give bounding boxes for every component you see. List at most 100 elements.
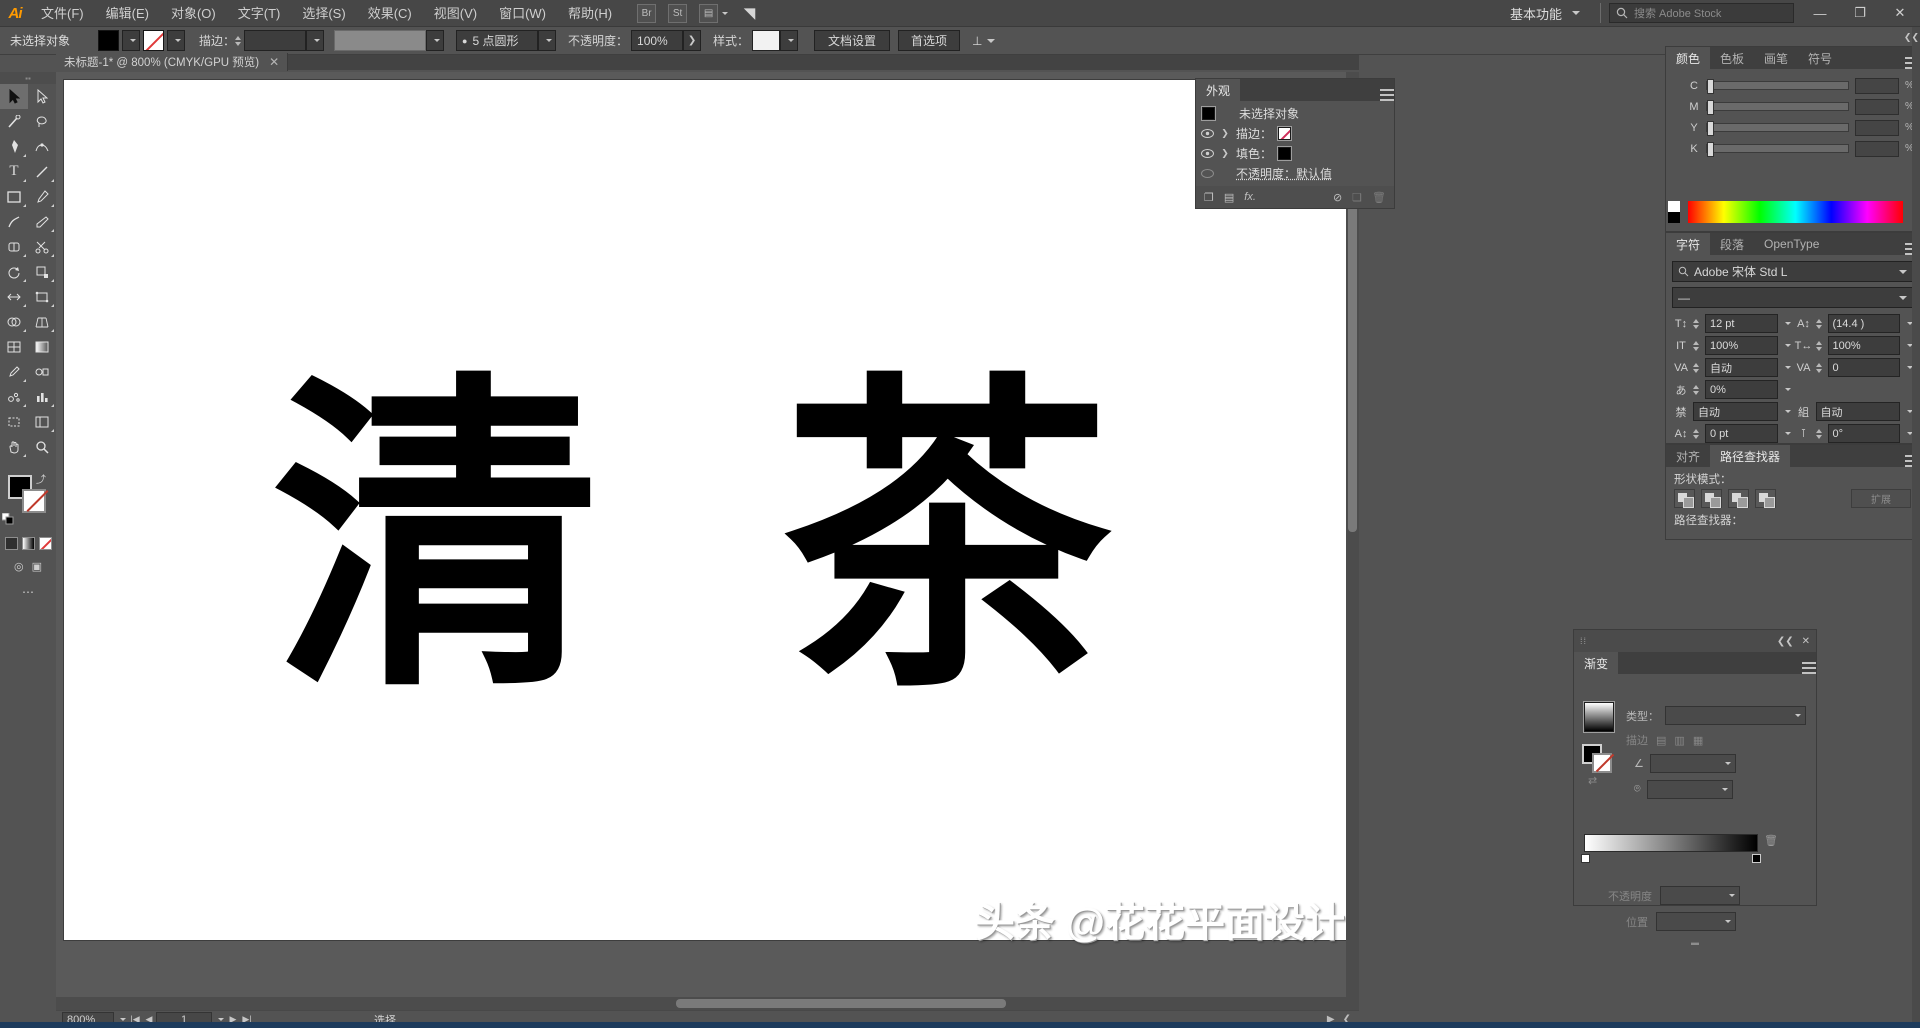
tab-character[interactable]: 字符 xyxy=(1666,233,1711,255)
shape-builder-tool[interactable] xyxy=(0,309,28,334)
none-color-swatch[interactable] xyxy=(1668,201,1680,212)
close-button[interactable]: ✕ xyxy=(1880,0,1920,27)
menu-view[interactable]: 视图(V) xyxy=(423,0,488,27)
chevron-right-icon[interactable]: ❯ xyxy=(1220,128,1230,139)
gradient-panel-header[interactable]: ⁞⁞ ❮❮ ✕ xyxy=(1574,630,1816,652)
menu-type[interactable]: 文字(T) xyxy=(227,0,292,27)
tsume-stepper[interactable] xyxy=(1693,384,1699,395)
gradient-type-select[interactable] xyxy=(1665,706,1806,725)
scrollbar-thumb[interactable] xyxy=(676,999,1006,1008)
stroke-weight-stepper[interactable] xyxy=(235,35,242,46)
minimize-button[interactable]: — xyxy=(1800,0,1840,27)
tab-color[interactable]: 颜色 xyxy=(1666,47,1711,69)
artboard-tool[interactable] xyxy=(0,409,28,434)
reverse-gradient-icon[interactable]: ⇄ xyxy=(1588,774,1597,787)
channel-input-k[interactable] xyxy=(1855,140,1899,157)
horizontal-scale-stepper[interactable] xyxy=(1815,340,1822,351)
appearance-target-row[interactable]: 未选择对象 xyxy=(1196,103,1394,123)
stroke-gradient-across-icon[interactable]: ▦ xyxy=(1693,734,1703,747)
gradient-tool[interactable] xyxy=(28,334,56,359)
change-screen-mode-icon[interactable]: ▣ xyxy=(32,560,42,573)
menu-help[interactable]: 帮助(H) xyxy=(557,0,623,27)
stroke-weight-input[interactable] xyxy=(244,30,307,51)
minus-front-button[interactable] xyxy=(1701,489,1722,508)
canvas-area[interactable]: 清 茶 头条 @花花平面设计 xyxy=(56,72,1359,1010)
eyedropper-tool[interactable] xyxy=(0,359,28,384)
canvas-horizontal-scrollbar[interactable] xyxy=(56,997,1346,1010)
tab-swatches[interactable]: 色板 xyxy=(1710,47,1754,69)
baseline-shift-input[interactable]: 0 pt xyxy=(1705,424,1778,443)
menu-window[interactable]: 窗口(W) xyxy=(488,0,557,27)
menu-edit[interactable]: 编辑(E) xyxy=(95,0,160,27)
none-button[interactable] xyxy=(38,537,52,550)
font-style-input[interactable]: — xyxy=(1672,287,1913,308)
column-graph-tool[interactable] xyxy=(28,384,56,409)
panel-menu-icon[interactable] xyxy=(1802,662,1816,674)
close-icon[interactable]: ✕ xyxy=(269,55,279,69)
stroke-gradient-within-icon[interactable]: ▤ xyxy=(1656,734,1666,747)
appearance-fill-row[interactable]: ❯ 填色： xyxy=(1196,143,1394,163)
opacity-input[interactable]: 100% xyxy=(631,30,684,51)
swap-fill-stroke-icon[interactable]: ⤴ xyxy=(36,471,46,486)
graphic-style-swatch[interactable] xyxy=(752,30,781,51)
collapse-icon[interactable]: ❮❮ xyxy=(1777,636,1794,647)
artboard[interactable]: 清 茶 xyxy=(64,80,1349,940)
fill-swatch[interactable] xyxy=(1277,145,1293,161)
blend-tool[interactable] xyxy=(28,359,56,384)
appearance-stroke-row[interactable]: ❯ 描边： xyxy=(1196,123,1394,143)
line-segment-tool[interactable] xyxy=(28,159,56,184)
workspace-switcher[interactable]: 基本功能 xyxy=(1498,4,1592,23)
draw-normal-icon[interactable]: ◎ xyxy=(14,560,24,573)
preferences-button[interactable]: 首选项 xyxy=(898,30,961,51)
panel-resize-grip[interactable]: ▬ xyxy=(1691,938,1699,947)
tab-paragraph[interactable]: 段落 xyxy=(1710,233,1754,255)
chevron-right-icon[interactable]: ❯ xyxy=(1220,148,1230,159)
leading-input[interactable]: (14.4 ) xyxy=(1827,314,1900,333)
width-profile-dropdown[interactable] xyxy=(426,30,445,51)
black-color-swatch[interactable] xyxy=(1668,212,1680,223)
document-tab[interactable]: 未标题-1* @ 800% (CMYK/GPU 预览) ✕ xyxy=(56,53,289,71)
tab-gradient[interactable]: 渐变 xyxy=(1574,652,1619,674)
default-fill-stroke-icon[interactable] xyxy=(1,512,14,525)
chevron-down-icon[interactable] xyxy=(1784,344,1791,347)
leading-stepper[interactable] xyxy=(1815,318,1822,329)
add-new-stroke-icon[interactable]: ❐ xyxy=(1204,191,1214,204)
fill-swatch-dropdown[interactable] xyxy=(122,30,140,51)
kerning-input[interactable]: 自动 xyxy=(1705,358,1778,377)
hand-tool[interactable] xyxy=(0,434,28,459)
chevron-down-icon[interactable] xyxy=(1784,432,1791,435)
mesh-tool[interactable] xyxy=(0,334,28,359)
add-fx-icon[interactable]: fx. xyxy=(1244,191,1256,203)
maximize-button[interactable]: ❐ xyxy=(1840,0,1880,27)
graphic-style-dropdown[interactable] xyxy=(780,30,799,51)
close-icon[interactable]: ✕ xyxy=(1802,636,1810,647)
font-family-input[interactable]: Adobe 宋体 Std L xyxy=(1672,261,1913,282)
rotation-input[interactable]: 0° xyxy=(1827,424,1900,443)
paintbrush-tool[interactable] xyxy=(28,184,56,209)
tab-pathfinder[interactable]: 路径查找器 xyxy=(1710,445,1791,467)
appearance-opacity-row[interactable]: 不透明度：默认值 xyxy=(1196,163,1394,183)
stroke-swatch[interactable] xyxy=(1277,125,1293,141)
variable-width-profile[interactable] xyxy=(334,30,427,51)
canvas-vertical-scrollbar[interactable] xyxy=(1346,72,1359,1010)
stroke-color-box[interactable] xyxy=(22,489,46,513)
gradient-aspect-input[interactable] xyxy=(1646,780,1733,799)
perspective-grid-tool[interactable] xyxy=(28,309,56,334)
stroke-color-swatch[interactable] xyxy=(143,30,164,51)
channel-slider-m[interactable] xyxy=(1706,100,1849,115)
menu-object[interactable]: 对象(O) xyxy=(160,0,227,27)
scale-tool[interactable] xyxy=(28,259,56,284)
vertical-scale-stepper[interactable] xyxy=(1693,340,1699,351)
unite-button[interactable] xyxy=(1674,489,1695,508)
opacity-flyout[interactable]: ❯ xyxy=(683,30,702,51)
gradient-button[interactable] xyxy=(21,537,35,550)
chevron-down-icon[interactable] xyxy=(1784,322,1791,325)
gradient-opacity-input[interactable] xyxy=(1660,886,1740,905)
channel-slider-y[interactable] xyxy=(1706,121,1849,136)
panel-menu-icon[interactable] xyxy=(1380,89,1394,101)
baseline-shift-stepper[interactable] xyxy=(1693,428,1699,439)
exclude-button[interactable] xyxy=(1755,489,1776,508)
gradient-slider[interactable] xyxy=(1581,834,1761,863)
width-tool[interactable] xyxy=(0,284,28,309)
zoom-tool[interactable] xyxy=(28,434,56,459)
